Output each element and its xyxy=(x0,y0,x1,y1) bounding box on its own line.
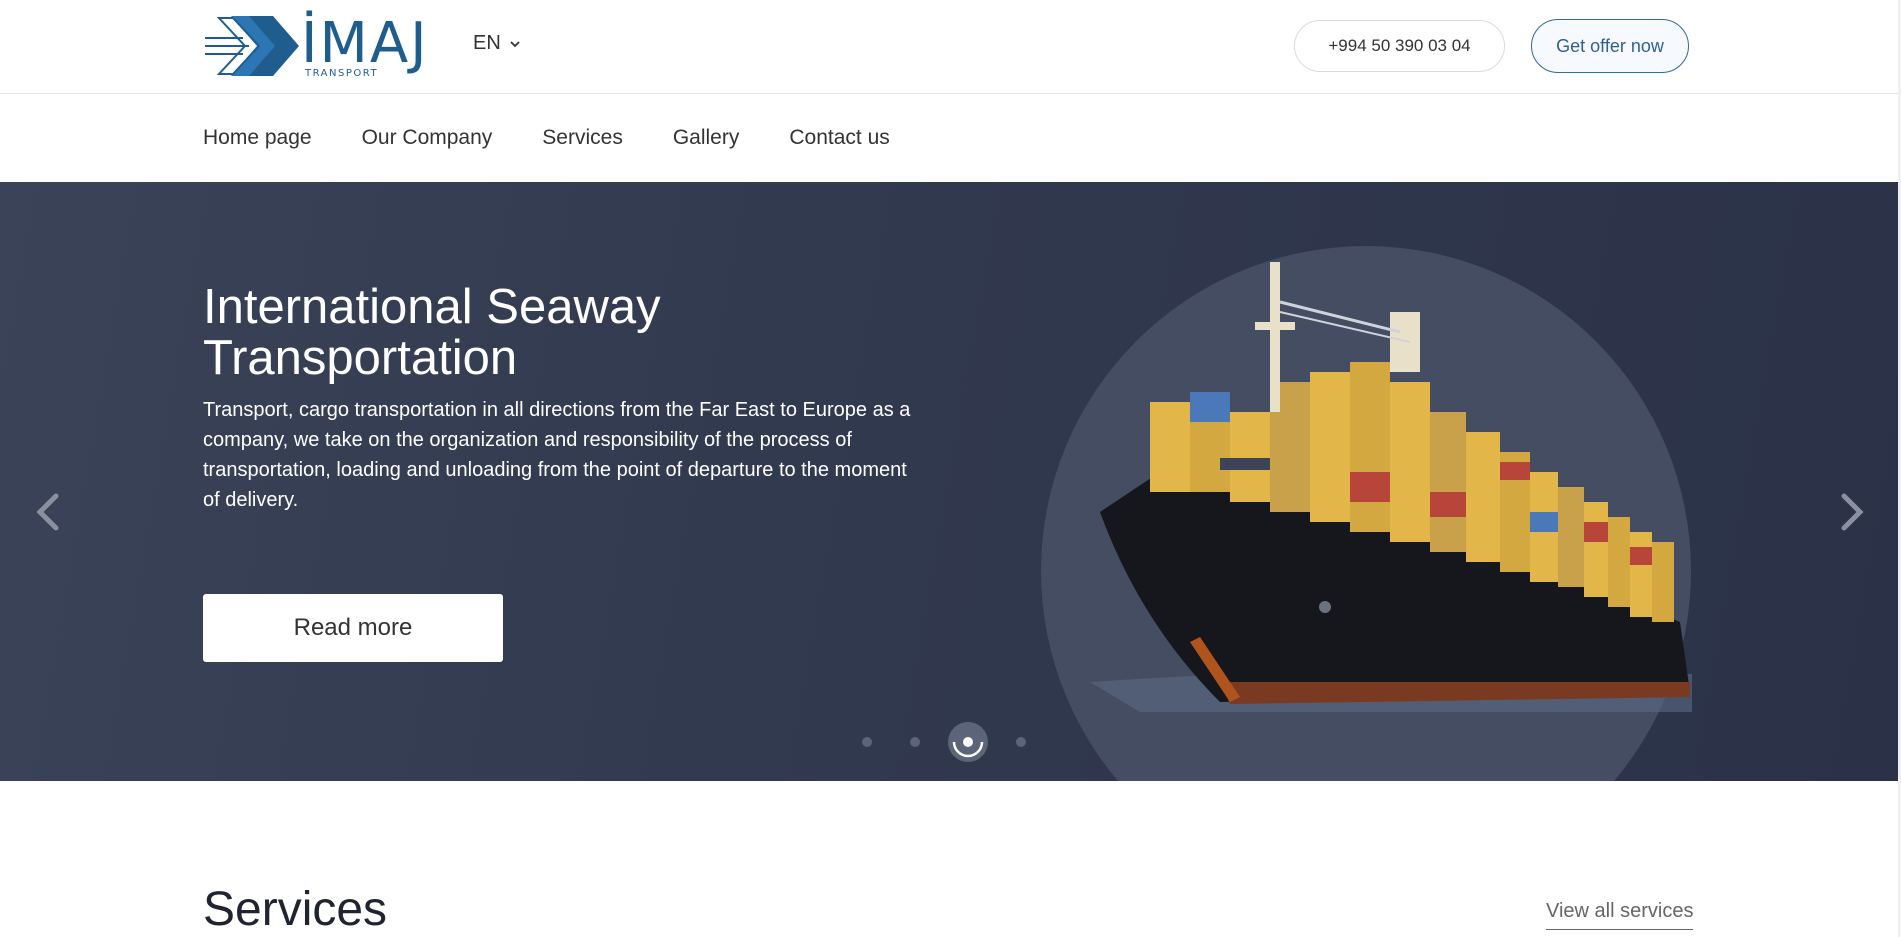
slider-dot-4[interactable] xyxy=(1016,737,1026,747)
nav-item-services[interactable]: Services xyxy=(542,126,623,150)
language-selector[interactable]: EN xyxy=(473,32,521,55)
nav-item-our-company[interactable]: Our Company xyxy=(362,126,493,150)
chevron-right-icon[interactable] xyxy=(1832,482,1872,542)
logo-chevron-icon xyxy=(205,16,299,76)
page: İMAJ TRANSPORT EN +994 50 390 03 04 Get … xyxy=(0,0,1901,937)
top-header: İMAJ TRANSPORT EN +994 50 390 03 04 Get … xyxy=(0,0,1901,94)
chevron-down-icon xyxy=(510,40,520,47)
nav-item-gallery[interactable]: Gallery xyxy=(673,126,740,150)
slider-dot-3-active[interactable] xyxy=(948,722,988,762)
nav-item-home[interactable]: Home page xyxy=(203,126,312,150)
nav-item-contact[interactable]: Contact us xyxy=(789,126,889,150)
main-nav: Home page Our Company Services Gallery C… xyxy=(0,94,1901,182)
hero-slider: International Seaway Transportation Tran… xyxy=(0,182,1898,781)
container-ship-image xyxy=(1090,262,1692,712)
read-more-button[interactable]: Read more xyxy=(203,594,503,662)
slider-pagination xyxy=(862,722,1064,762)
logo-wordmark: İMAJ xyxy=(301,11,429,76)
language-label: EN xyxy=(473,32,501,54)
get-offer-button[interactable]: Get offer now xyxy=(1531,19,1689,73)
hero-title: International Seaway Transportation xyxy=(203,280,661,385)
slider-dot-1[interactable] xyxy=(862,737,872,747)
hero-description: Transport, cargo transportation in all d… xyxy=(203,399,911,511)
phone-button[interactable]: +994 50 390 03 04 xyxy=(1294,20,1505,72)
logo-subtitle: TRANSPORT xyxy=(305,68,379,79)
progress-ring-icon xyxy=(952,741,984,758)
chevron-left-icon[interactable] xyxy=(28,482,68,542)
slider-dot-2[interactable] xyxy=(910,737,920,747)
services-heading: Services xyxy=(203,883,388,936)
view-all-services-link[interactable]: View all services xyxy=(1546,900,1694,930)
logo[interactable]: İMAJ TRANSPORT xyxy=(203,12,427,80)
